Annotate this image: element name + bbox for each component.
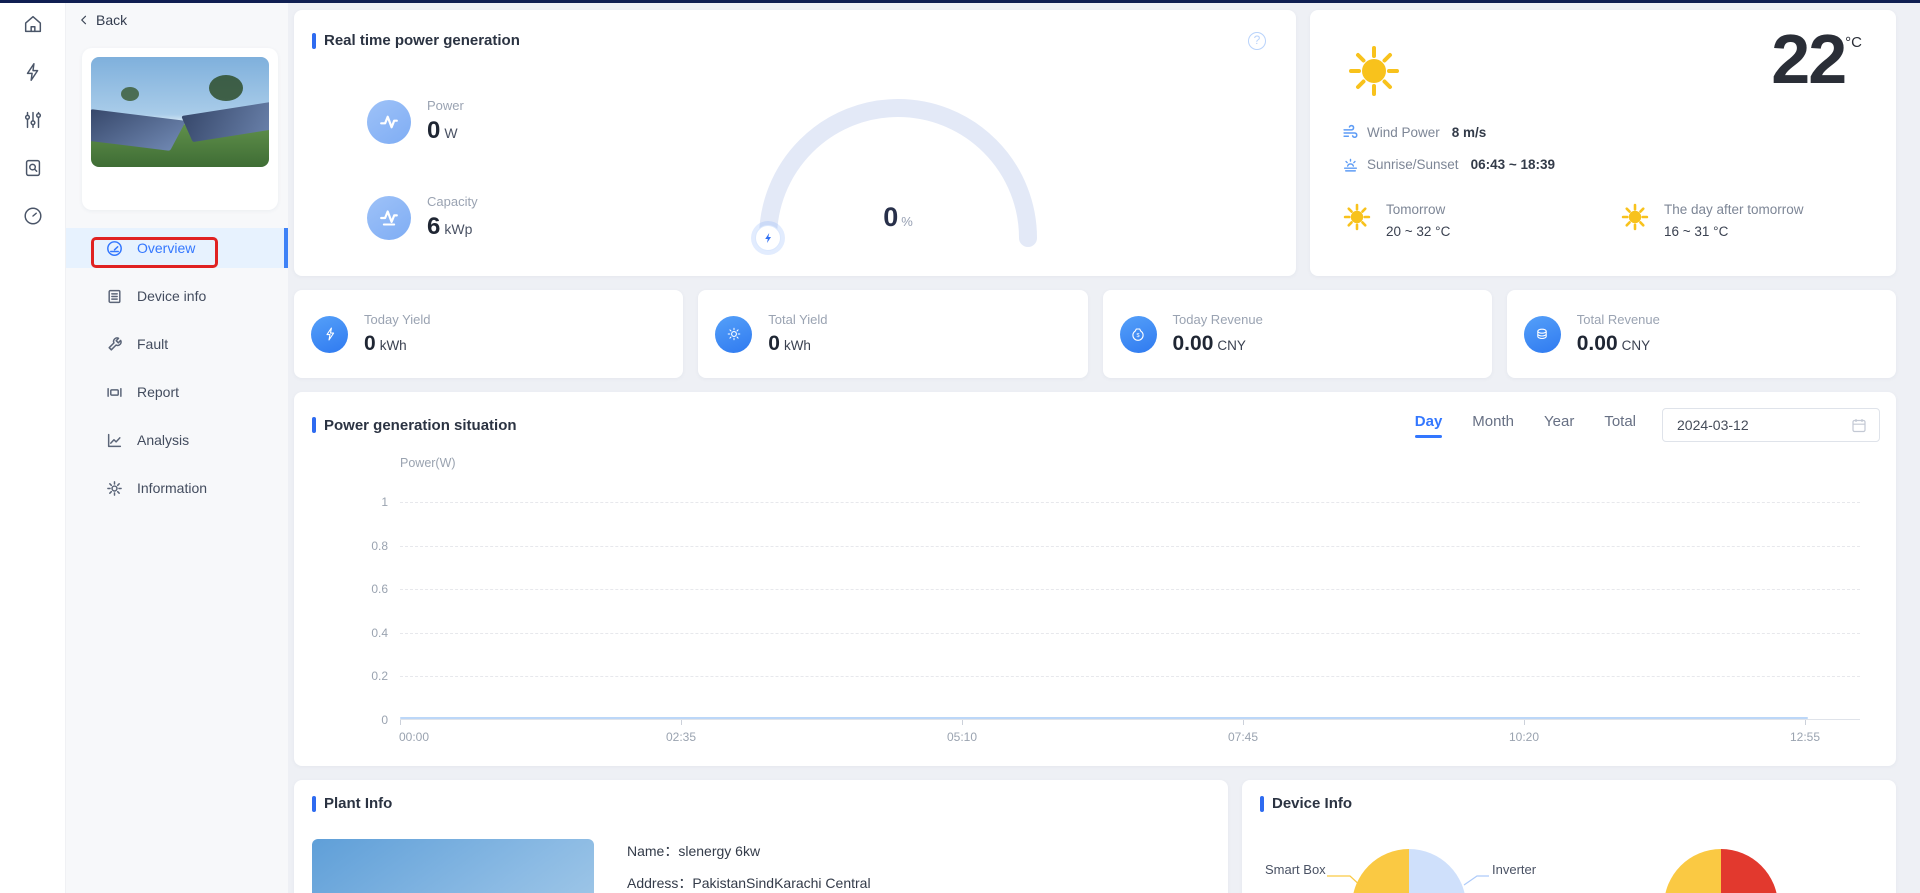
report-icon (106, 384, 123, 401)
today-yield-card: Today Yield 0kWh (294, 290, 683, 378)
tab-year[interactable]: Year (1544, 413, 1574, 438)
sidebar-item-overview[interactable]: Overview (66, 228, 288, 268)
tab-total[interactable]: Total (1604, 413, 1636, 438)
weather-card: 22°C Wind Power8 m/s Sunrise/Sunset06:43… (1310, 10, 1896, 276)
capacity-metric: Capacity 6kWp (367, 194, 478, 241)
calendar-icon (1851, 417, 1867, 433)
solar-dashboard: Back slenergy 6kw Overview Device info (0, 0, 1920, 893)
plant-name-field: Name：slenergy 6kw (627, 841, 760, 861)
sidebar: Back slenergy 6kw Overview Device info (66, 0, 288, 893)
device-info-card: Device Info Smart Box Inverter (1242, 780, 1896, 893)
bolt-icon (311, 316, 348, 353)
chart-title: Power generation situation (324, 417, 517, 434)
today-revenue-card: $ Today Revenue 0.00CNY (1103, 290, 1492, 378)
sun-icon (1345, 42, 1403, 100)
overview-icon (106, 240, 123, 257)
help-icon[interactable]: ? (1248, 32, 1266, 50)
tab-month[interactable]: Month (1472, 413, 1514, 438)
window-top-edge (0, 0, 1920, 3)
sidebar-item-analysis[interactable]: Analysis (66, 420, 288, 460)
plant-card: slenergy 6kw (82, 48, 278, 210)
power-pulse-icon (367, 100, 411, 144)
gauge-value: 0% (838, 202, 958, 233)
report-search-icon[interactable] (0, 144, 66, 192)
total-yield-card: Total Yield 0kWh (698, 290, 1087, 378)
plant-photo (91, 57, 269, 167)
tab-day[interactable]: Day (1415, 413, 1443, 438)
icon-rail (0, 0, 66, 893)
sliders-icon[interactable] (0, 96, 66, 144)
home-icon[interactable] (0, 0, 66, 48)
capacity-pulse-icon (367, 196, 411, 240)
main-content: Real time power generation ? Power 0W Ca… (288, 0, 1920, 893)
back-label: Back (96, 12, 127, 28)
sunrise-icon (1342, 156, 1359, 173)
realtime-power-card: Real time power generation ? Power 0W Ca… (294, 10, 1296, 276)
device-info-icon (106, 288, 123, 305)
sidebar-item-report[interactable]: Report (66, 372, 288, 412)
coins-icon (1524, 316, 1561, 353)
realtime-title: Real time power generation (324, 32, 520, 49)
svg-text:$: $ (1136, 333, 1139, 339)
dashboard-icon[interactable] (0, 192, 66, 240)
chevron-left-icon (78, 14, 90, 26)
plant-info-title: Plant Info (324, 795, 392, 812)
pie-label-inverter: Inverter (1492, 862, 1536, 877)
wind-icon (1342, 124, 1359, 141)
chart-tabs: Day Month Year Total (1415, 413, 1636, 438)
date-picker[interactable]: 2024-03-12 (1662, 408, 1880, 442)
sun-badge-icon (715, 316, 752, 353)
sidebar-item-information[interactable]: Information (66, 468, 288, 508)
current-temperature: 22°C (1771, 24, 1862, 94)
sidebar-item-device-info[interactable]: Device info (66, 276, 288, 316)
money-bag-icon: $ (1120, 316, 1157, 353)
sunrise-row: Sunrise/Sunset06:43 ~ 18:39 (1342, 156, 1555, 173)
device-info-title: Device Info (1272, 795, 1352, 812)
power-plot: 1 0.8 0.6 0.4 0.2 0 00:00 02:35 05:10 07… (400, 502, 1860, 720)
power-series-line (400, 717, 1808, 719)
forecast-day-after: The day after tomorrow16 ~ 31 °C (1620, 202, 1804, 239)
power-generation-card: Power generation situation Day Month Yea… (294, 392, 1896, 766)
sun-icon (1342, 202, 1372, 232)
gauge-marker-icon (755, 225, 781, 251)
sun-icon (1620, 202, 1650, 232)
plant-info-card: Plant Info Name：slenergy 6kw Address：Pak… (294, 780, 1228, 893)
device-count-pie (1352, 849, 1466, 893)
information-gear-icon (106, 480, 123, 497)
sidebar-menu: Overview Device info Fault Report Analys… (66, 228, 288, 516)
y-axis-label: Power(W) (400, 456, 456, 470)
power-metric: Power 0W (367, 98, 464, 145)
wind-row: Wind Power8 m/s (1342, 124, 1486, 141)
date-value: 2024-03-12 (1677, 417, 1749, 433)
plant-info-photo (312, 839, 594, 893)
plant-address-field: Address：PakistanSindKarachi Central (627, 873, 871, 893)
pie-leader-lines (1242, 849, 1896, 893)
fault-wrench-icon (106, 336, 123, 353)
pie-label-smartbox: Smart Box (1265, 862, 1326, 877)
back-button[interactable]: Back (66, 0, 288, 28)
device-status-pie (1664, 849, 1778, 893)
energy-icon[interactable] (0, 48, 66, 96)
total-revenue-card: Total Revenue 0.00CNY (1507, 290, 1896, 378)
x-axis-line (400, 719, 1860, 720)
forecast-tomorrow: Tomorrow20 ~ 32 °C (1342, 202, 1450, 239)
sidebar-item-fault[interactable]: Fault (66, 324, 288, 364)
analysis-icon (106, 432, 123, 449)
